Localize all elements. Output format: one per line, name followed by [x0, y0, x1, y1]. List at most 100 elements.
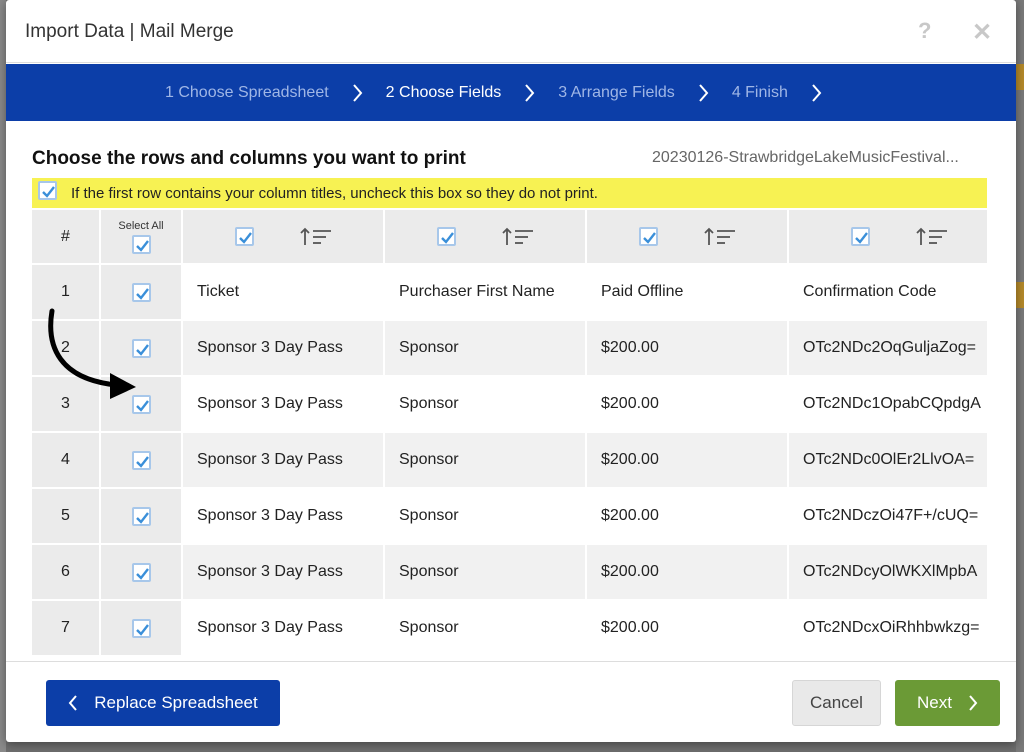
checkmark-icon	[135, 623, 149, 636]
table-cell: Confirmation Code	[789, 265, 987, 319]
header-row-checkbox[interactable]	[38, 181, 57, 205]
chevron-right-icon	[812, 83, 822, 102]
table-cell: $200.00	[587, 377, 787, 431]
row-number: 2	[32, 321, 99, 375]
table-cell: Sponsor 3 Day Pass	[183, 433, 383, 487]
table-cell: $200.00	[587, 433, 787, 487]
checkmark-icon	[42, 186, 55, 198]
help-icon[interactable]: ?	[918, 18, 931, 44]
dialog-footer: Replace Spreadsheet Cancel Next	[6, 661, 1016, 742]
checkmark-icon	[135, 455, 149, 468]
row-number-header: #	[32, 210, 99, 263]
row-select-cell	[101, 601, 181, 655]
checkmark-icon	[135, 287, 149, 300]
backdrop-right	[1016, 0, 1024, 752]
backdrop-tab	[1016, 282, 1024, 308]
table-cell: OTc2NDcxOiRhhbwkzg=	[789, 601, 987, 655]
row-checkbox[interactable]	[131, 450, 151, 470]
next-label: Next	[917, 693, 952, 712]
row-checkbox[interactable]	[131, 506, 151, 526]
data-table: # Select All 1 Ticket Purchaser First Name Pa…	[32, 210, 987, 660]
wizard-step-2[interactable]: 2 Choose Fields	[386, 84, 502, 102]
sort-icon[interactable]	[703, 227, 736, 247]
checkmark-icon	[238, 232, 252, 244]
next-button[interactable]: Next	[895, 680, 1000, 726]
table-cell: OTc2NDc2OqGuljaZog=	[789, 321, 987, 375]
replace-spreadsheet-button[interactable]: Replace Spreadsheet	[46, 680, 280, 726]
select-all-label: Select All	[118, 219, 164, 232]
table-cell: Sponsor 3 Day Pass	[183, 601, 383, 655]
chevron-right-icon	[352, 83, 363, 102]
chevron-left-icon	[68, 695, 77, 711]
checkmark-icon	[135, 567, 149, 580]
checkmark-icon	[854, 232, 868, 244]
table-cell: $200.00	[587, 321, 787, 375]
table-cell: Sponsor	[385, 377, 585, 431]
table-cell: Sponsor	[385, 433, 585, 487]
checkmark-icon	[135, 239, 149, 252]
checkmark-icon	[642, 232, 656, 244]
row-select-cell	[101, 545, 181, 599]
checkmark-icon	[440, 232, 454, 244]
table-cell: $200.00	[587, 489, 787, 543]
column-header-1	[183, 210, 383, 263]
wizard-step-4[interactable]: 4 Finish	[732, 84, 788, 102]
row-checkbox[interactable]	[131, 618, 151, 638]
table-cell: OTc2NDczOi47F+/cUQ=	[789, 489, 987, 543]
page-heading: Choose the rows and columns you want to …	[32, 148, 466, 169]
row-select-cell	[101, 377, 181, 431]
table-cell: Purchaser First Name	[385, 265, 585, 319]
checkmark-icon	[135, 511, 149, 524]
chevron-right-icon	[699, 83, 709, 102]
wizard-step-3[interactable]: 3 Arrange Fields	[558, 84, 675, 102]
title-bar: Import Data | Mail Merge ? ✕	[6, 0, 1016, 63]
column-checkbox-2[interactable]	[436, 227, 456, 246]
row-checkbox[interactable]	[131, 338, 151, 358]
column-checkbox-1[interactable]	[234, 227, 254, 246]
select-all-checkbox[interactable]	[131, 234, 151, 254]
table-cell: OTc2NDcyOlWKXlMpbA	[789, 545, 987, 599]
table-cell: Sponsor	[385, 321, 585, 375]
wizard-step-1[interactable]: 1 Choose Spreadsheet	[165, 84, 329, 102]
header-row-notice: If the first row contains your column ti…	[32, 178, 987, 208]
sort-icon[interactable]	[915, 227, 948, 247]
backdrop-tab	[1016, 64, 1024, 90]
table-cell: OTc2NDc0OlEr2LlvOA=	[789, 433, 987, 487]
column-checkbox-4[interactable]	[850, 227, 870, 246]
table-cell: Sponsor 3 Day Pass	[183, 489, 383, 543]
row-number: 6	[32, 545, 99, 599]
checkmark-icon	[135, 399, 149, 412]
table-cell: Sponsor 3 Day Pass	[183, 377, 383, 431]
row-checkbox[interactable]	[131, 562, 151, 582]
table-cell: $200.00	[587, 545, 787, 599]
close-icon[interactable]: ✕	[972, 18, 992, 47]
row-select-cell	[101, 489, 181, 543]
table-cell: Paid Offline	[587, 265, 787, 319]
cancel-button[interactable]: Cancel	[792, 680, 881, 726]
header-row-notice-text: If the first row contains your column ti…	[71, 184, 598, 202]
spreadsheet-filename: 20230126-StrawbridgeLakeMusicFestival...	[652, 149, 959, 166]
table-cell: Sponsor 3 Day Pass	[183, 545, 383, 599]
row-select-cell	[101, 321, 181, 375]
sort-icon[interactable]	[501, 227, 534, 247]
column-checkbox-3[interactable]	[638, 227, 658, 246]
table-cell: Sponsor 3 Day Pass	[183, 321, 383, 375]
table-cell: Ticket	[183, 265, 383, 319]
checkmark-icon	[135, 343, 149, 356]
main-content: Choose the rows and columns you want to …	[6, 121, 1016, 661]
table-cell: OTc2NDc1OpabCQpdgA	[789, 377, 987, 431]
row-checkbox[interactable]	[131, 282, 151, 302]
row-number: 3	[32, 377, 99, 431]
import-dialog: Import Data | Mail Merge ? ✕ 1 Choose Sp…	[6, 0, 1016, 742]
table-cell: $200.00	[587, 601, 787, 655]
header-row-check[interactable]	[38, 181, 57, 200]
row-checkbox[interactable]	[131, 394, 151, 414]
cancel-label: Cancel	[810, 693, 863, 712]
row-select-cell	[101, 265, 181, 319]
column-header-3	[587, 210, 787, 263]
row-select-cell	[101, 433, 181, 487]
row-number: 1	[32, 265, 99, 319]
replace-spreadsheet-label: Replace Spreadsheet	[94, 693, 258, 712]
sort-icon[interactable]	[299, 227, 332, 247]
chevron-right-icon	[525, 83, 535, 102]
